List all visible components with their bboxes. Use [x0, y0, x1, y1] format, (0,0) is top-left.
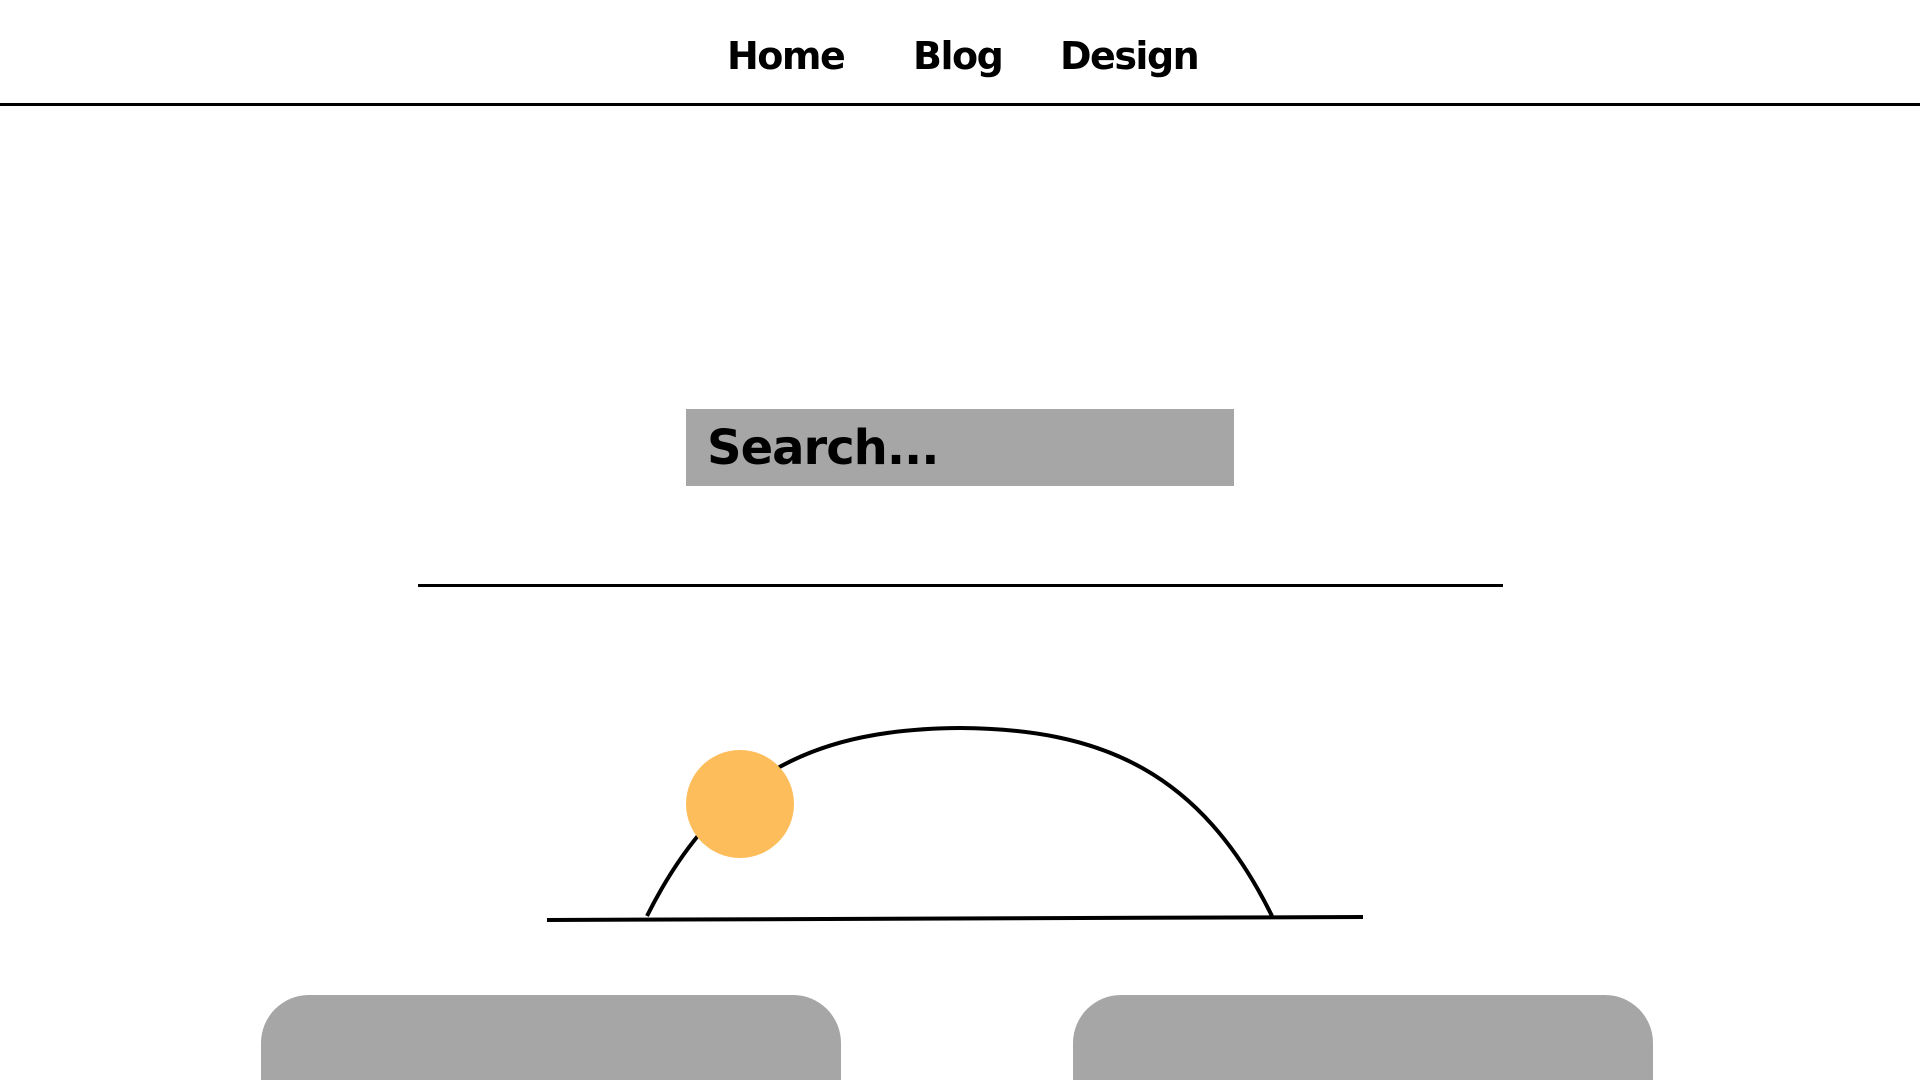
nav-link-home[interactable]: Home [727, 30, 846, 82]
nav-link-blog[interactable]: Blog [913, 30, 1004, 82]
sunrise-illustration [546, 725, 1364, 922]
horizon-arc-icon [645, 725, 1274, 917]
page: Home Blog Design [0, 0, 1920, 1080]
top-nav: Home Blog Design [0, 0, 1920, 106]
sun-icon [686, 750, 794, 858]
content-card-right[interactable] [1073, 995, 1653, 1080]
search-input[interactable] [686, 409, 1234, 486]
nav-link-design[interactable]: Design [1060, 30, 1200, 82]
section-divider [418, 584, 1503, 587]
horizon-line [546, 915, 1364, 922]
content-card-left[interactable] [261, 995, 841, 1080]
